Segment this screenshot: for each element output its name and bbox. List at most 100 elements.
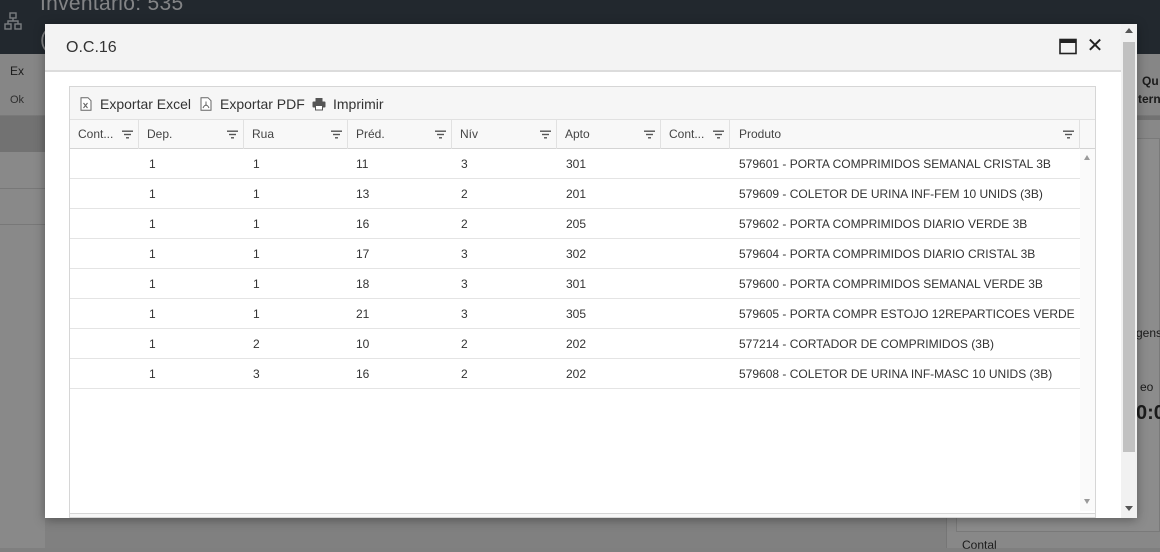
cell-pred: 18 [356, 277, 370, 291]
column-header-dep[interactable]: Dep. [139, 120, 244, 149]
print-button[interactable]: Imprimir [312, 95, 384, 113]
column-header-pred[interactable]: Préd. [348, 120, 452, 149]
cell-dep: 1 [149, 187, 156, 201]
cell-niv: 2 [461, 187, 468, 201]
grid-body: 1 1 11 3 301 579601 - PORTA COMPRIMIDOS SEMAN… [70, 149, 1080, 513]
cell-niv: 3 [461, 247, 468, 261]
cell-rua: 1 [253, 307, 260, 321]
filter-icon[interactable] [122, 130, 133, 139]
cell-produto: 579605 - PORTA COMPR ESTOJO 12REPARTICOE… [739, 307, 1075, 321]
cell-niv: 2 [461, 217, 468, 231]
cell-apto: 302 [566, 247, 587, 261]
scroll-up-icon[interactable] [1125, 28, 1133, 33]
cell-dep: 1 [149, 337, 156, 351]
export-pdf-label: Exportar PDF [220, 96, 305, 112]
filter-icon[interactable] [435, 130, 446, 139]
column-header-produto[interactable]: Produto [730, 120, 1080, 149]
excel-file-icon [80, 97, 92, 111]
column-header-label: Produto [739, 127, 782, 141]
cell-niv: 3 [461, 307, 468, 321]
column-header-label: Cont... [78, 127, 114, 141]
cell-produto: 579602 - PORTA COMPRIMIDOS DIARIO VERDE … [739, 217, 1028, 231]
column-header-label: Préd. [356, 127, 385, 141]
cell-niv: 2 [461, 367, 468, 381]
cell-pred: 11 [356, 157, 369, 171]
table-row[interactable]: 1 2 10 2 202 577214 - CORTADOR DE COMPRIMIDOS… [70, 329, 1080, 359]
table-row[interactable]: 1 1 18 3 301 579600 - PORTA COMPRIMIDOS SEMAN… [70, 269, 1080, 299]
print-label: Imprimir [333, 96, 384, 112]
scroll-down-icon[interactable] [1125, 506, 1133, 511]
table-row[interactable]: 1 1 17 3 302 579604 - PORTA COMPRIMIDOS DIARI… [70, 239, 1080, 269]
column-header-label: Apto [565, 127, 590, 141]
cell-dep: 1 [149, 277, 156, 291]
cell-apto: 202 [566, 367, 587, 381]
cell-rua: 3 [253, 367, 260, 381]
cell-apto: 202 [566, 337, 587, 351]
filter-icon[interactable] [540, 130, 551, 139]
cell-niv: 3 [461, 277, 468, 291]
grid-column-header: Cont... Dep. Rua Préd. Nív Apto Cont... Produto [70, 119, 1095, 149]
export-excel-button[interactable]: Exportar Excel [79, 95, 191, 113]
cell-apto: 305 [566, 307, 587, 321]
export-pdf-button[interactable]: Exportar PDF [199, 95, 305, 113]
maximize-icon[interactable] [1059, 38, 1077, 55]
cell-produto: 579608 - COLETOR DE URINA INF-MASC 10 UN… [739, 367, 1053, 381]
cell-dep: 1 [149, 247, 156, 261]
cell-rua: 1 [253, 247, 260, 261]
table-row[interactable]: 1 1 16 2 205 579602 - PORTA COMPRIMIDOS DIARI… [70, 209, 1080, 239]
column-header-label: Nív [460, 127, 478, 141]
cell-pred: 21 [356, 307, 370, 321]
column-header-label: Cont... [669, 127, 705, 141]
dialog-header: O.C.16 ✕ [45, 24, 1121, 72]
cell-apto: 301 [566, 277, 587, 291]
cell-dep: 1 [149, 367, 156, 381]
cell-produto: 579604 - PORTA COMPRIMIDOS DIARIO CRISTA… [739, 247, 1036, 261]
grid-scroll-down-icon[interactable] [1084, 499, 1090, 504]
column-header-label: Dep. [147, 127, 173, 141]
cell-pred: 13 [356, 187, 370, 201]
table-row[interactable]: 1 3 16 2 202 579608 - COLETOR DE URINA INF-MA… [70, 359, 1080, 389]
cell-rua: 1 [253, 187, 260, 201]
cell-apto: 205 [566, 217, 587, 231]
cell-dep: 1 [149, 157, 156, 171]
oc-dialog: O.C.16 ✕ Exportar Excel Exportar PDF Imp… [45, 24, 1137, 518]
filter-icon[interactable] [227, 130, 238, 139]
grid-footer [70, 513, 1095, 517]
grid-scroll-up-icon[interactable] [1084, 155, 1090, 160]
cell-produto: 579600 - PORTA COMPRIMIDOS SEMANAL VERDE… [739, 277, 1043, 291]
pdf-file-icon [200, 97, 212, 111]
grid-scrollbar[interactable] [1080, 149, 1095, 511]
grid-toolbar: Exportar Excel Exportar PDF Imprimir [70, 87, 1095, 119]
column-header-cont1[interactable]: Cont... [70, 120, 139, 149]
scrollbar-thumb[interactable] [1123, 42, 1135, 452]
column-header-cont2[interactable]: Cont... [661, 120, 730, 149]
table-row[interactable]: 1 1 21 3 305 579605 - PORTA COMPR ESTOJO 12RE… [70, 299, 1080, 329]
table-row[interactable]: 1 1 11 3 301 579601 - PORTA COMPRIMIDOS SEMAN… [70, 149, 1080, 179]
cell-produto: 579601 - PORTA COMPRIMIDOS SEMANAL CRIST… [739, 157, 1051, 171]
column-header-niv[interactable]: Nív [452, 120, 557, 149]
filter-icon[interactable] [644, 130, 655, 139]
cell-rua: 2 [253, 337, 260, 351]
cell-produto: 579609 - COLETOR DE URINA INF-FEM 10 UNI… [739, 187, 1043, 201]
export-excel-label: Exportar Excel [100, 96, 192, 112]
filter-icon[interactable] [331, 130, 342, 139]
cell-dep: 1 [149, 307, 156, 321]
dialog-scrollbar[interactable] [1121, 24, 1137, 518]
cell-produto: 577214 - CORTADOR DE COMPRIMIDOS (3B) [739, 337, 994, 351]
cell-pred: 17 [356, 247, 370, 261]
filter-icon[interactable] [713, 130, 724, 139]
filter-icon[interactable] [1063, 130, 1074, 139]
printer-icon [312, 98, 326, 111]
dialog-title: O.C.16 [66, 39, 117, 56]
cell-pred: 16 [356, 367, 370, 381]
column-header-label: Rua [252, 127, 275, 141]
close-icon[interactable]: ✕ [1085, 36, 1105, 56]
cell-niv: 2 [461, 337, 468, 351]
cell-rua: 1 [253, 217, 260, 231]
cell-dep: 1 [149, 217, 156, 231]
column-header-apto[interactable]: Apto [557, 120, 661, 149]
cell-rua: 1 [253, 157, 260, 171]
column-header-rua[interactable]: Rua [244, 120, 348, 149]
cell-pred: 16 [356, 217, 370, 231]
table-row[interactable]: 1 1 13 2 201 579609 - COLETOR DE URINA INF-FE… [70, 179, 1080, 209]
